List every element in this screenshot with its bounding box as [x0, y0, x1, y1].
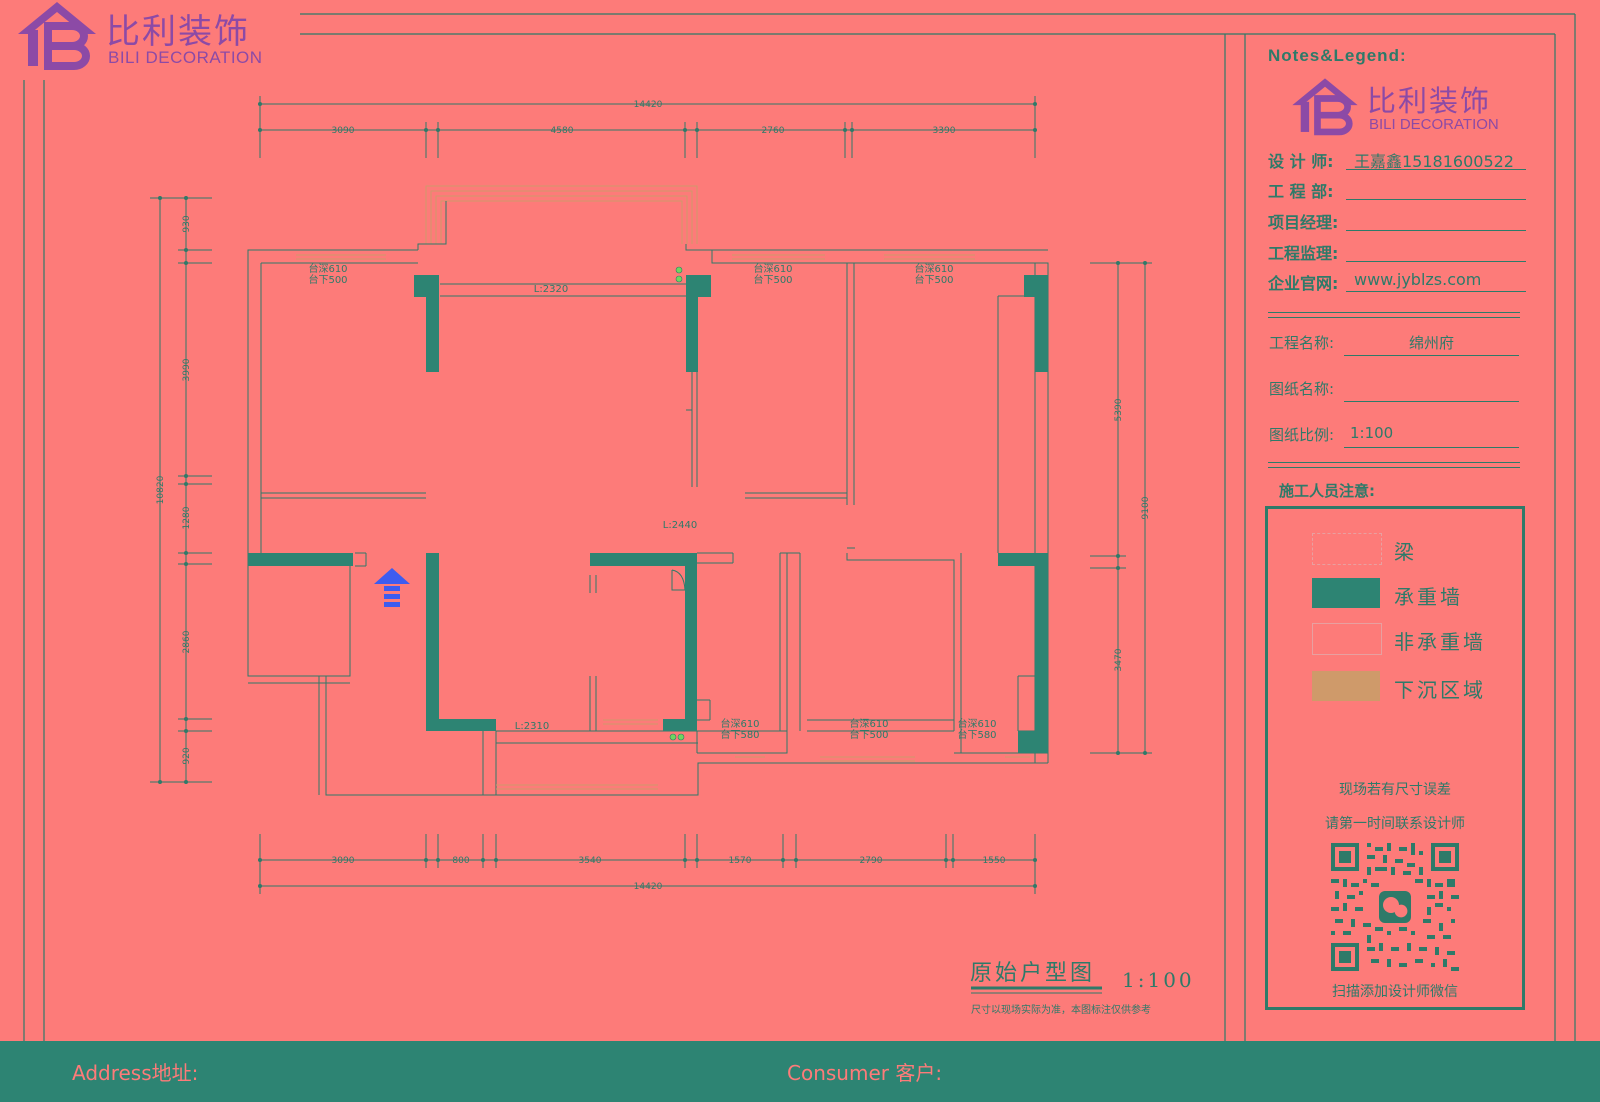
- legend-swatch-sunken-area: [1312, 671, 1380, 701]
- counter-label: 台深610: [957, 717, 996, 730]
- brand-name-en: BILI DECORATION: [1369, 116, 1499, 133]
- dim-top-seg: 3390: [933, 126, 956, 136]
- website-field: 企业官网: www.jyblzs.com: [1268, 270, 1538, 294]
- dim-top-overall: 14420: [634, 100, 663, 110]
- counter-label: 台下580: [957, 728, 996, 741]
- dim-top-seg: 2760: [762, 126, 785, 136]
- field-value: [1346, 209, 1526, 231]
- note-line: 请第一时间联系设计师: [1325, 816, 1465, 832]
- plan-title: 原始户型图: [970, 961, 1095, 986]
- house-logo-icon: [1292, 78, 1358, 136]
- counter-label: 台深610: [720, 717, 759, 730]
- field-label: 工程监理:: [1268, 244, 1339, 263]
- dim-top-seg: 4580: [551, 126, 574, 136]
- field-value: [1346, 240, 1526, 262]
- field-value: 1:100: [1344, 424, 1519, 448]
- info-panel: Notes&Legend: 比利装饰 BILI DECORATION 设 计 师…: [1245, 34, 1555, 1041]
- footer-bar: Address地址: Consumer 客户:: [0, 1041, 1600, 1102]
- counter-label: 台下500: [753, 273, 792, 286]
- dim-bottom-seg: 3540: [579, 856, 602, 866]
- field-value: 王嘉鑫15181600522: [1346, 148, 1526, 171]
- dim-bottom-seg: 3090: [332, 856, 355, 866]
- legend-label: 下沉区域: [1394, 678, 1486, 702]
- dim-bottom-overall: 14420: [634, 882, 663, 892]
- consumer-label: Consumer 客户:: [787, 1061, 943, 1085]
- length-label: L:2310: [515, 721, 549, 732]
- drawing-scale-field: 图纸比例: 1:100: [1269, 424, 1539, 450]
- divider: [1268, 462, 1520, 463]
- dim-bottom-seg: 800: [452, 856, 469, 866]
- plan-scale: 1:100: [1122, 968, 1195, 992]
- project-name-field: 工程名称: 绵州府: [1269, 332, 1539, 358]
- legend-label: 非承重墙: [1394, 630, 1486, 654]
- designer-field: 设 计 师: 王嘉鑫15181600522: [1268, 148, 1538, 172]
- field-label: 企业官网:: [1268, 274, 1339, 293]
- legend-swatch-beam: [1312, 533, 1382, 565]
- field-value: 绵州府: [1344, 332, 1519, 356]
- dim-right-seg: 3470: [1114, 648, 1124, 671]
- engineering-dept-field: 工 程 部:: [1268, 178, 1538, 202]
- legend-swatch-partition-wall: [1312, 623, 1382, 655]
- notice-heading: 施工人员注意:: [1279, 482, 1375, 500]
- divider: [1268, 312, 1520, 313]
- divider: [1268, 317, 1520, 318]
- counter-label: 台下500: [849, 728, 888, 741]
- legend-label: 梁: [1394, 540, 1417, 564]
- field-label: 项目经理:: [1268, 213, 1339, 232]
- dim-top-seg: 3090: [332, 126, 355, 136]
- note-line: 现场若有尺寸误差: [1339, 782, 1451, 798]
- plan-subtitle: 尺寸以现场实际为准，本图标注仅供参考: [971, 1003, 1151, 1016]
- dim-right-overall: 9100: [1141, 496, 1151, 519]
- field-value: [1344, 378, 1519, 402]
- counter-label: 台深610: [914, 262, 953, 275]
- counter-label: 台深610: [849, 717, 888, 730]
- qr-caption: 扫描添加设计师微信: [1332, 984, 1458, 1000]
- field-label: 工程名称:: [1269, 334, 1335, 352]
- panel-logo: 比利装饰 BILI DECORATION: [1289, 74, 1519, 138]
- panel-heading: Notes&Legend:: [1268, 46, 1407, 65]
- dim-bottom-seg: 2790: [860, 856, 883, 866]
- legend-swatch-bearing-wall: [1312, 578, 1380, 608]
- drawing-name-field: 图纸名称:: [1269, 378, 1539, 404]
- counter-label: 台深610: [308, 262, 347, 275]
- dim-left-overall: 10820: [156, 475, 166, 504]
- field-label: 工 程 部:: [1268, 182, 1334, 201]
- dim-left-seg: 920: [182, 747, 192, 764]
- divider: [1268, 467, 1520, 468]
- counter-label: 台深610: [753, 262, 792, 275]
- dim-left-seg: 3990: [182, 358, 192, 381]
- supervisor-field: 工程监理:: [1268, 240, 1538, 264]
- dim-left-seg: 930: [182, 215, 192, 232]
- address-label: Address地址:: [72, 1061, 199, 1085]
- length-label: L:2440: [663, 520, 697, 531]
- dim-left-seg: 2860: [182, 630, 192, 653]
- field-label: 设 计 师:: [1268, 152, 1334, 171]
- legend-label: 承重墙: [1394, 585, 1463, 609]
- counter-label: 台下500: [914, 273, 953, 286]
- dim-bottom-seg: 1570: [729, 856, 752, 866]
- counter-label: 台下580: [720, 728, 759, 741]
- wechat-qr-code[interactable]: [1331, 843, 1459, 971]
- dim-right-seg: 5390: [1114, 398, 1124, 421]
- brand-name-cn: 比利装饰: [1367, 84, 1492, 118]
- dim-bottom-seg: 1550: [983, 856, 1006, 866]
- counter-label: 台下500: [308, 273, 347, 286]
- field-value: [1346, 178, 1526, 200]
- entry-arrow-icon: [374, 568, 410, 607]
- project-manager-field: 项目经理:: [1268, 209, 1538, 233]
- dim-left-seg: 1280: [182, 506, 192, 529]
- website-link[interactable]: www.jyblzs.com: [1346, 270, 1526, 292]
- length-label: L:2320: [534, 284, 568, 295]
- legend-box: 梁 承重墙 非承重墙 下沉区域 现场若有尺寸误差 请第一时间联系设计师 扫描添加…: [1265, 506, 1525, 1010]
- floor-plan: 14420 3090 4580 2760 3390 3090 800 3540 …: [150, 96, 1195, 1016]
- field-label: 图纸名称:: [1269, 380, 1335, 398]
- field-label: 图纸比例:: [1269, 426, 1335, 444]
